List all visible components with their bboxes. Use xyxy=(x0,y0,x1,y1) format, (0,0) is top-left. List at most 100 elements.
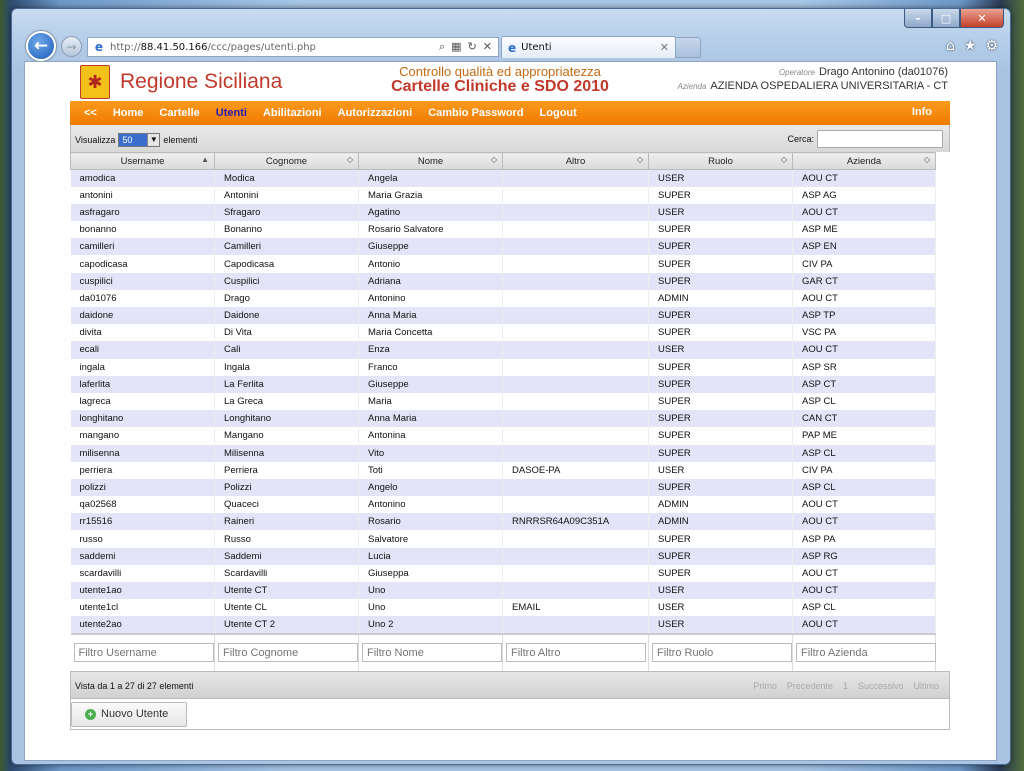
tab-close-icon[interactable]: ✕ xyxy=(660,41,669,54)
table-row[interactable]: amodica Modica Angela USER AOU CT xyxy=(70,169,936,187)
compat-icon[interactable]: ▦ xyxy=(451,40,461,54)
cell-nome: Lucia xyxy=(358,547,503,565)
cell-azienda: PAP ME xyxy=(792,427,936,445)
table-row[interactable]: asfragaro Sfragaro Agatino USER AOU CT xyxy=(70,203,936,222)
url-text[interactable]: http://88.41.50.166/ccc/pages/utenti.php xyxy=(110,42,439,53)
table-row[interactable]: da01076 Drago Antonino ADMIN AOU CT xyxy=(70,289,936,307)
cell-ruolo: SUPER xyxy=(648,324,793,342)
page-size-select[interactable]: 50 ▼ xyxy=(118,133,161,147)
table-row[interactable]: divita Di Vita Maria Concetta SUPER VSC PA xyxy=(70,324,936,342)
back-button[interactable]: ← xyxy=(26,31,56,61)
cell-altro xyxy=(502,341,649,359)
new-tab-button[interactable] xyxy=(676,37,701,58)
table-row[interactable]: milisenna Milisenna Vito SUPER ASP CL xyxy=(70,444,936,462)
menu-item-cartelle[interactable]: Cartelle xyxy=(159,107,199,119)
menu-item-info[interactable]: Info xyxy=(912,106,932,118)
pager-first[interactable]: Primo xyxy=(753,681,777,691)
maximize-button[interactable]: □ xyxy=(932,9,960,28)
cell-cognome: Drago xyxy=(214,289,359,307)
cell-username: saddemi xyxy=(70,547,215,565)
browser-window: – □ ✕ ← → e http://88.41.50.166/ccc/page… xyxy=(11,8,1011,765)
table-toolbar: Visualizza 50 ▼ elementi Cerca: xyxy=(70,125,950,152)
cell-altro xyxy=(502,358,649,376)
minimize-button[interactable]: – xyxy=(904,9,932,28)
app-title-line2: Cartelle Cliniche e SDO 2010 xyxy=(391,78,609,95)
table-row[interactable]: utente2ao Utente CT 2 Uno 2 USER AOU CT xyxy=(70,616,936,634)
filter-cognome-input[interactable] xyxy=(218,643,358,663)
table-row[interactable]: mangano Mangano Antonina SUPER PAP ME xyxy=(70,427,936,445)
stop-icon[interactable]: ✕ xyxy=(483,40,492,54)
table-row[interactable]: lagreca La Greca Maria SUPER ASP CL xyxy=(70,392,936,411)
favorites-star-icon[interactable]: ★ xyxy=(964,38,977,54)
menu-item-autorizzazioni[interactable]: Autorizzazioni xyxy=(338,107,413,119)
cell-cognome: Ingala xyxy=(214,358,359,376)
table-row[interactable]: rr15516 Raineri Rosario RNRRSR64A09C351A ADM… xyxy=(70,513,936,531)
chevron-down-icon[interactable]: ▼ xyxy=(147,134,160,146)
elements-label: elementi xyxy=(163,135,198,145)
cell-nome: Angelo xyxy=(358,478,503,497)
column-header-azienda[interactable]: Azienda ◇ xyxy=(792,152,936,170)
filter-azienda-input[interactable] xyxy=(796,643,936,663)
cell-cognome: Milisenna xyxy=(214,444,359,462)
cell-nome: Maria Grazia xyxy=(358,186,503,204)
column-header-cognome[interactable]: Cognome ◇ xyxy=(214,152,359,170)
column-header-nome[interactable]: Nome ◇ xyxy=(358,152,503,170)
table-row[interactable]: polizzi Polizzi Angelo SUPER ASP CL xyxy=(70,478,936,497)
filter-ruolo-input[interactable] xyxy=(652,643,792,663)
menu-item-home[interactable]: Home xyxy=(113,107,144,119)
cell-username: lagreca xyxy=(70,392,215,411)
menu-item-abilitazioni[interactable]: Abilitazioni xyxy=(263,107,322,119)
refresh-icon[interactable]: ↻ xyxy=(468,40,477,54)
menu-item-back[interactable]: << xyxy=(84,107,97,119)
pager-next[interactable]: Successivo xyxy=(858,681,904,691)
cell-azienda: ASP CL xyxy=(792,599,936,617)
pager-last[interactable]: Ultimo xyxy=(913,681,939,691)
search-icon[interactable]: ⌕ xyxy=(439,40,445,54)
table-row[interactable]: laferlita La Ferlita Giuseppe SUPER ASP CT xyxy=(70,375,936,393)
address-bar[interactable]: e http://88.41.50.166/ccc/pages/utenti.p… xyxy=(87,37,499,57)
table-row[interactable]: longhitano Longhitano Anna Maria SUPER CAN C… xyxy=(70,410,936,428)
table-row[interactable]: russo Russo Salvatore SUPER ASP PA xyxy=(70,530,936,548)
browser-tab[interactable]: e Utenti ✕ xyxy=(501,36,676,58)
forward-button[interactable]: → xyxy=(61,36,82,57)
table-row[interactable]: ingala Ingala Franco SUPER ASP SR xyxy=(70,358,936,376)
pager-previous[interactable]: Precedente xyxy=(787,681,833,691)
table-row[interactable]: camilleri Camilleri Giuseppe SUPER ASP EN xyxy=(70,238,936,256)
table-row[interactable]: saddemi Saddemi Lucia SUPER ASP RG xyxy=(70,547,936,565)
column-header-altro[interactable]: Altro ◇ xyxy=(502,152,649,170)
menu-item-logout[interactable]: Logout xyxy=(540,107,577,119)
table-row[interactable]: utente1cl Utente CL Uno EMAIL USER ASP CL xyxy=(70,599,936,617)
window-controls: – □ ✕ xyxy=(904,9,1004,28)
cell-cognome: Russo xyxy=(214,530,359,548)
cell-ruolo: SUPER xyxy=(648,358,793,376)
new-user-button[interactable]: + Nuovo Utente xyxy=(71,701,187,727)
table-row[interactable]: daidone Daidone Anna Maria SUPER ASP TP xyxy=(70,307,936,325)
table-row[interactable]: scardavilli Scardavilli Giuseppa SUPER AOU C… xyxy=(70,564,936,582)
filter-altro-input[interactable] xyxy=(506,643,646,663)
cell-nome: Uno xyxy=(358,582,503,600)
table-row[interactable]: utente1ao Utente CT Uno USER AOU CT xyxy=(70,582,936,600)
cell-username: mangano xyxy=(70,427,215,445)
home-icon[interactable]: ⌂ xyxy=(946,38,955,54)
pager-page-1[interactable]: 1 xyxy=(843,681,848,691)
cell-cognome: Camilleri xyxy=(214,238,359,256)
table-row[interactable]: capodicasa Capodicasa Antonio SUPER CIV PA xyxy=(70,255,936,273)
column-header-username[interactable]: Username ▲ xyxy=(70,152,215,170)
menu-item-utenti[interactable]: Utenti xyxy=(216,107,247,119)
filter-username-input[interactable] xyxy=(73,643,214,663)
table-row[interactable]: ecali Calì Enza USER AOU CT xyxy=(70,341,936,359)
filter-nome-input[interactable] xyxy=(362,643,502,663)
table-row[interactable]: antonini Antonini Maria Grazia SUPER ASP AG xyxy=(70,186,936,204)
column-header-ruolo[interactable]: Ruolo ◇ xyxy=(648,152,793,170)
table-row[interactable]: qa02568 Quaceci Antonino ADMIN AOU CT xyxy=(70,496,936,514)
ie-icon: e xyxy=(94,40,104,54)
sort-both-icon: ◇ xyxy=(346,155,353,164)
menu-item-cambio-password[interactable]: Cambio Password xyxy=(428,107,523,119)
close-window-button[interactable]: ✕ xyxy=(960,9,1004,28)
gear-icon[interactable]: ⚙ xyxy=(985,38,998,54)
search-input[interactable] xyxy=(817,130,943,148)
table-row[interactable]: cuspilici Cuspilici Adriana SUPER GAR CT xyxy=(70,272,936,290)
table-row[interactable]: bonanno Bonanno Rosario Salvatore SUPER ASP … xyxy=(70,221,936,239)
table-row[interactable]: perriera Perriera Toti DASOE-PA USER CIV PA xyxy=(70,461,936,479)
cell-azienda: AOU CT xyxy=(792,616,936,634)
